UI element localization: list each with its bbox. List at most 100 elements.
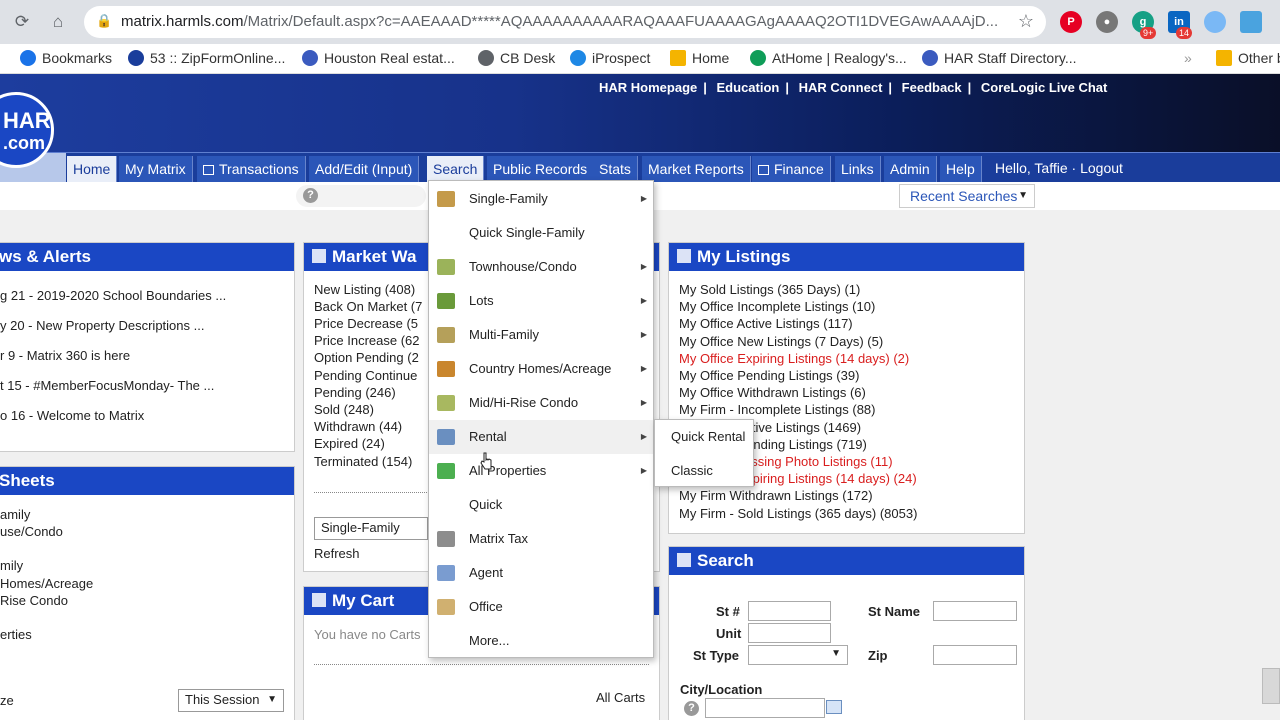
menu-item-matrix-tax[interactable]: Matrix Tax bbox=[429, 522, 653, 556]
address-bar[interactable]: 🔒 matrix.harmls.com/Matrix/Default.aspx?… bbox=[84, 6, 1046, 38]
tab-finance[interactable]: Finance bbox=[752, 156, 831, 182]
menu-item-quick[interactable]: Quick bbox=[429, 488, 653, 522]
menu-item-more[interactable]: More... bbox=[429, 624, 653, 658]
menu-item-multi-family[interactable]: Multi-Family ▶ bbox=[429, 318, 653, 352]
all-properties-icon bbox=[437, 463, 455, 479]
market-item[interactable]: Option Pending (2 bbox=[314, 350, 419, 365]
market-item[interactable]: New Listing (408) bbox=[314, 282, 415, 297]
news-item[interactable]: y 20 - New Property Descriptions ... bbox=[0, 318, 204, 333]
market-item[interactable]: Pending Continue bbox=[314, 368, 417, 383]
menu-item-rental[interactable]: Rental ▶ bbox=[429, 420, 653, 454]
bookmark-star-icon[interactable]: ☆ bbox=[1018, 11, 1034, 32]
bookmark-item[interactable]: Houston Real estat... bbox=[302, 50, 455, 66]
bookmark-item[interactable]: AtHome | Realogy's... bbox=[750, 50, 907, 66]
sheet-item[interactable]: amily bbox=[0, 507, 30, 522]
all-carts-link[interactable]: All Carts bbox=[596, 690, 645, 705]
extension-circle-icon[interactable]: ● bbox=[1096, 11, 1118, 33]
cast-icon[interactable] bbox=[1240, 11, 1262, 33]
bookmark-item[interactable]: Home bbox=[670, 50, 729, 66]
property-type-select[interactable]: Single-Family bbox=[314, 517, 428, 540]
menu-item-single-family[interactable]: Single-Family ▶ bbox=[429, 182, 653, 216]
scrollbar-thumb[interactable] bbox=[1262, 668, 1280, 704]
listing-item[interactable]: My Office New Listings (7 Days) (5) bbox=[679, 334, 883, 349]
listing-item[interactable]: My Office Active Listings (117) bbox=[679, 316, 853, 331]
bookmark-item[interactable]: HAR Staff Directory... bbox=[922, 50, 1077, 66]
street-name-input[interactable] bbox=[933, 601, 1017, 621]
market-item[interactable]: Price Increase (62 bbox=[314, 333, 420, 348]
listing-item[interactable]: My Office Incomplete Listings (10) bbox=[679, 299, 875, 314]
bookmark-item[interactable]: Other b bbox=[1216, 50, 1280, 66]
menu-item-townhouse-condo[interactable]: Townhouse/Condo ▶ bbox=[429, 250, 653, 284]
tab-search[interactable]: Search bbox=[427, 156, 485, 182]
top-link[interactable]: Feedback bbox=[902, 80, 962, 95]
market-item[interactable]: Back On Market (7 bbox=[314, 299, 422, 314]
sheet-item[interactable]: Rise Condo bbox=[0, 593, 68, 608]
top-link[interactable]: HAR Connect bbox=[799, 80, 883, 95]
top-link[interactable]: Education bbox=[717, 80, 780, 95]
tab-transactions[interactable]: Transactions bbox=[197, 156, 306, 182]
market-item[interactable]: Expired (24) bbox=[314, 436, 385, 451]
listing-item[interactable]: My Office Expiring Listings (14 days) (2… bbox=[679, 351, 909, 366]
tab-admin[interactable]: Admin bbox=[884, 156, 937, 182]
news-item[interactable]: g 21 - 2019-2020 School Boundaries ... bbox=[0, 288, 226, 303]
menu-item-country-homes-acreage[interactable]: Country Homes/Acreage ▶ bbox=[429, 352, 653, 386]
tab-market-reports[interactable]: Market Reports bbox=[642, 156, 751, 182]
sheet-item[interactable]: use/Condo bbox=[0, 524, 63, 539]
listing-item[interactable]: My Sold Listings (365 Days) (1) bbox=[679, 282, 860, 297]
help-icon[interactable]: ? bbox=[684, 701, 699, 716]
bookmark-item[interactable]: iProspect bbox=[570, 50, 650, 66]
refresh-link[interactable]: Refresh bbox=[314, 546, 360, 561]
recent-searches-select[interactable]: Recent Searches ▼ bbox=[899, 184, 1035, 208]
bookmarks-overflow-icon[interactable]: » bbox=[1184, 50, 1192, 66]
news-item[interactable]: t 15 - #MemberFocusMonday- The ... bbox=[0, 378, 214, 393]
menu-item-all-properties[interactable]: All Properties ▶ bbox=[429, 454, 653, 488]
menu-item-lots[interactable]: Lots ▶ bbox=[429, 284, 653, 318]
tab-public-records[interactable]: Public Records bbox=[487, 156, 595, 182]
reload-icon[interactable]: ⟳ bbox=[12, 12, 32, 32]
session-select[interactable]: This Session ▼ bbox=[178, 689, 284, 712]
tab-help[interactable]: Help bbox=[940, 156, 982, 182]
tab-home[interactable]: Home bbox=[67, 156, 118, 182]
listing-item[interactable]: My Firm Withdrawn Listings (172) bbox=[679, 488, 873, 503]
sheet-item[interactable]: Homes/Acreage bbox=[0, 576, 93, 591]
market-item[interactable]: Sold (248) bbox=[314, 402, 374, 417]
tab-add-edit[interactable]: Add/Edit (Input) bbox=[309, 156, 420, 182]
extension-blue-icon[interactable] bbox=[1204, 11, 1226, 33]
market-item[interactable]: Terminated (154) bbox=[314, 454, 412, 469]
listing-item[interactable]: My Firm - Sold Listings (365 days) (8053… bbox=[679, 506, 917, 521]
market-item[interactable]: Pending (246) bbox=[314, 385, 396, 400]
street-type-select[interactable]: ▼ bbox=[748, 645, 848, 665]
sheet-item[interactable]: erties bbox=[0, 627, 32, 642]
menu-item-office[interactable]: Office bbox=[429, 590, 653, 624]
menu-item-agent[interactable]: Agent bbox=[429, 556, 653, 590]
sheet-item[interactable]: mily bbox=[0, 558, 23, 573]
user-greeting[interactable]: Hello, Taffie · Logout bbox=[995, 160, 1123, 176]
city-location-input[interactable] bbox=[705, 698, 825, 718]
pinterest-icon[interactable]: P bbox=[1060, 11, 1082, 33]
bookmark-item[interactable]: CB Desk bbox=[478, 50, 555, 66]
bookmark-item[interactable]: 53 :: ZipFormOnline... bbox=[128, 50, 285, 66]
news-item[interactable]: r 9 - Matrix 360 is here bbox=[0, 348, 130, 363]
home-icon[interactable]: ⌂ bbox=[48, 12, 68, 32]
top-link[interactable]: CoreLogic Live Chat bbox=[981, 80, 1107, 95]
tab-stats[interactable]: Stats bbox=[593, 156, 638, 182]
zip-input[interactable] bbox=[933, 645, 1017, 665]
submenu-classic[interactable]: Classic bbox=[671, 463, 713, 478]
tab-links[interactable]: Links bbox=[835, 156, 881, 182]
market-item[interactable]: Withdrawn (44) bbox=[314, 419, 402, 434]
menu-item-mid-hi-rise-condo[interactable]: Mid/Hi-Rise Condo ▶ bbox=[429, 386, 653, 420]
street-number-input[interactable] bbox=[748, 601, 831, 621]
market-item[interactable]: Price Decrease (5 bbox=[314, 316, 418, 331]
menu-item-quick-single-family[interactable]: Quick Single-Family bbox=[429, 216, 653, 250]
calendar-picker-icon[interactable] bbox=[826, 700, 842, 714]
listing-item[interactable]: My Firm - Incomplete Listings (88) bbox=[679, 402, 876, 417]
tab-my-matrix[interactable]: My Matrix bbox=[119, 156, 193, 182]
news-item[interactable]: o 16 - Welcome to Matrix bbox=[0, 408, 144, 423]
listing-item[interactable]: My Office Pending Listings (39) bbox=[679, 368, 859, 383]
top-link[interactable]: HAR Homepage bbox=[599, 80, 697, 95]
help-icon[interactable]: ? bbox=[303, 188, 318, 203]
submenu-quick-rental[interactable]: Quick Rental bbox=[671, 429, 745, 444]
bookmark-item[interactable]: Bookmarks bbox=[20, 50, 112, 66]
listing-item[interactable]: My Office Withdrawn Listings (6) bbox=[679, 385, 866, 400]
unit-input[interactable] bbox=[748, 623, 831, 643]
